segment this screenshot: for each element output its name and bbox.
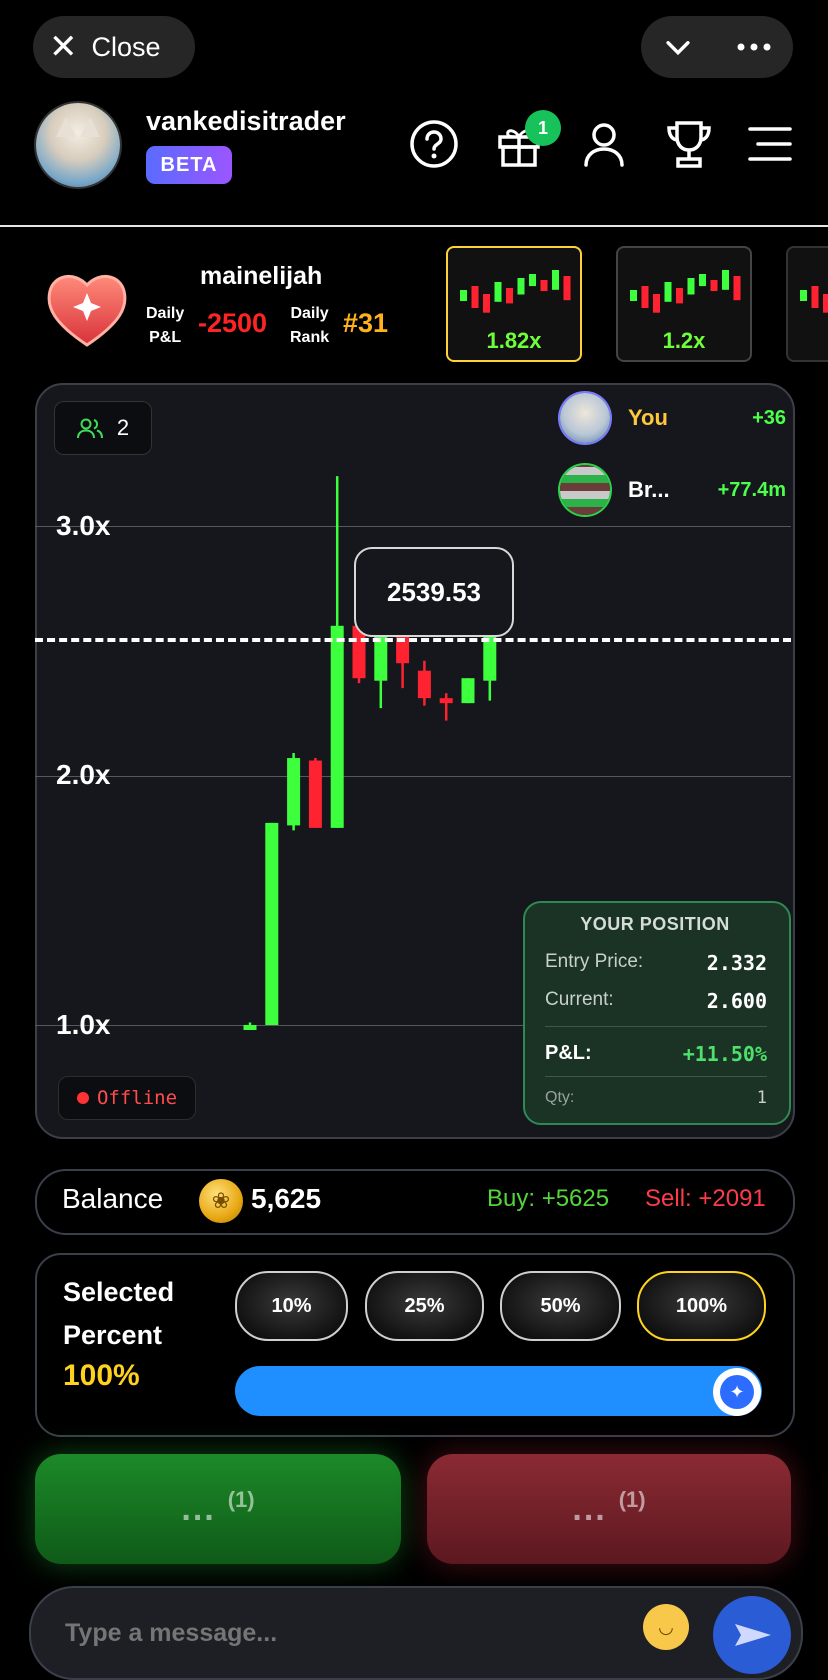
candle-up (265, 822, 279, 1025)
balance-value: 5,625 (251, 1183, 322, 1214)
qty-value: 1 (756, 1088, 767, 1108)
send-button[interactable] (713, 1596, 791, 1674)
emoji-icon[interactable]: ◡ (643, 1604, 689, 1650)
send-icon (735, 1624, 771, 1646)
buy-button-label: ... (181, 1489, 216, 1528)
players-count: 2 (116, 415, 130, 440)
connection-status: Offline (58, 1076, 196, 1120)
sell-button[interactable]: ... (1) (427, 1454, 791, 1564)
entry-price-label: Entry Price: (545, 951, 644, 972)
leaderboard-avatar (560, 465, 610, 515)
leaderboard-row: You +36 (560, 392, 786, 444)
current-price-tag: 2539.53 (354, 547, 514, 637)
leaderboard-name: Br... (628, 477, 670, 502)
entry-price-value: 2.332 (706, 951, 767, 975)
percent-option-100[interactable]: 100% (637, 1271, 766, 1341)
sell-amount: Sell: +2091 (645, 1185, 766, 1212)
buy-button-count: (1) (227, 1487, 255, 1512)
sell-button-label: ... (572, 1489, 607, 1528)
position-title: YOUR POSITION (580, 914, 730, 934)
candle-body (417, 670, 431, 699)
position-separator (545, 1076, 767, 1077)
position-pl-value: +11.50% (682, 1042, 767, 1066)
buy-button[interactable]: ... (1) (35, 1454, 401, 1564)
percent-slider[interactable] (235, 1366, 762, 1416)
candle-body (308, 760, 322, 828)
percent-option-10[interactable]: 10% (235, 1271, 348, 1341)
selected-percent-label: Selected Percent (63, 1277, 175, 1350)
position-pl-label: P&L: (545, 1042, 592, 1064)
qty-label: Qty: (545, 1089, 575, 1106)
selected-percent-value: 100% (63, 1359, 140, 1392)
leaderboard-score: +36 (752, 406, 786, 429)
candle-up (243, 1022, 257, 1030)
candle-down (417, 660, 431, 706)
players-count-pill[interactable]: 2 (54, 401, 152, 455)
candle-body (265, 822, 279, 1025)
candle-up (330, 476, 344, 828)
status-text: Offline (96, 1087, 178, 1109)
candle-body (287, 758, 301, 826)
position-separator (545, 1026, 767, 1027)
balance-label: Balance (62, 1183, 164, 1214)
candle-up (287, 753, 301, 831)
leaderboard-score: +77.4m (717, 478, 786, 501)
sell-button-count: (1) (618, 1487, 646, 1512)
leaderboard-name: You (628, 405, 668, 430)
current-price-value: 2.600 (706, 989, 767, 1013)
candle-down (439, 693, 453, 721)
leaderboard-avatar (560, 393, 610, 443)
status-dot (76, 1092, 89, 1104)
percent-option-50[interactable]: 50% (500, 1271, 621, 1341)
percent-option-25[interactable]: 25% (365, 1271, 484, 1341)
sparkle-icon: ✦ (720, 1375, 754, 1409)
candle-body (330, 625, 344, 828)
candle-up (461, 678, 475, 704)
current-price-label: Current: (545, 989, 614, 1010)
current-price-line (35, 638, 791, 642)
candle-body (461, 678, 475, 704)
percent-slider-thumb[interactable]: ✦ (713, 1368, 761, 1416)
candle-down (308, 758, 322, 828)
message-input[interactable] (63, 1618, 587, 1649)
candle-body (243, 1025, 257, 1030)
buy-amount: Buy: +5625 (487, 1185, 610, 1212)
candle-body (439, 698, 453, 704)
users-icon (76, 418, 103, 439)
paw-coin-icon: ❀ (199, 1179, 243, 1223)
leaderboard-row: Br... +77.4m (560, 464, 786, 516)
